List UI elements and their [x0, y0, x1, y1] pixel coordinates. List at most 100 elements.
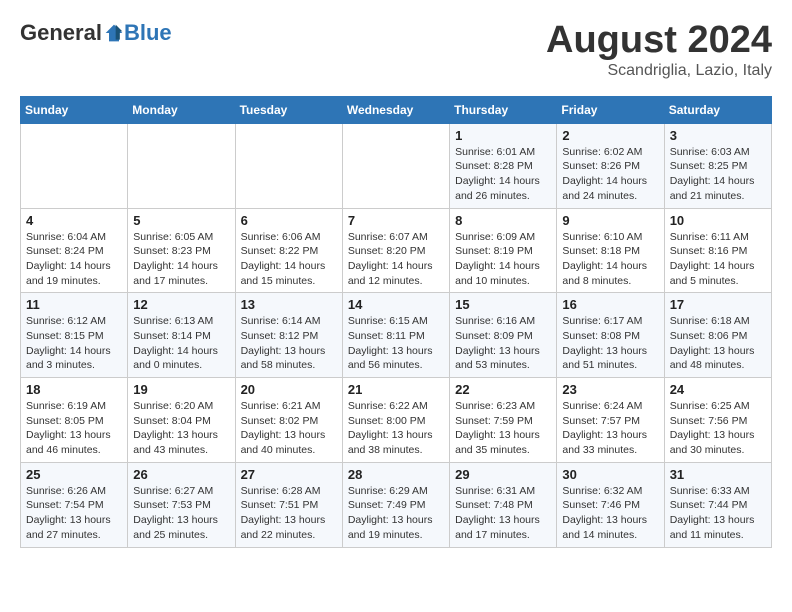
day-number: 9	[562, 213, 658, 228]
calendar-cell: 10 Sunrise: 6:11 AMSunset: 8:16 PMDayligh…	[664, 208, 771, 293]
day-number: 30	[562, 467, 658, 482]
calendar-cell: 27 Sunrise: 6:28 AMSunset: 7:51 PMDayligh…	[235, 462, 342, 547]
day-info: Sunrise: 6:33 AMSunset: 7:44 PMDaylight:…	[670, 484, 766, 543]
calendar-cell: 15Sunrise: 6:16 AMSunset: 8:09 PMDayligh…	[450, 293, 557, 378]
day-number: 31	[670, 467, 766, 482]
day-info: Sunrise: 6:17 AMSunset: 8:08 PMDaylight:…	[562, 314, 658, 373]
day-number: 16	[562, 297, 658, 312]
calendar-cell	[21, 123, 128, 208]
day-info: Sunrise: 6:28 AMSunset: 7:51 PMDaylight:…	[241, 484, 337, 543]
day-number: 4	[26, 213, 122, 228]
day-info: Sunrise: 6:07 AMSunset: 8:20 PMDaylight:…	[348, 230, 444, 289]
calendar-cell: 5 Sunrise: 6:05 AMSunset: 8:23 PMDaylight…	[128, 208, 235, 293]
calendar-cell: 13 Sunrise: 6:14 AMSunset: 8:12 PMDayligh…	[235, 293, 342, 378]
day-info: Sunrise: 6:04 AMSunset: 8:24 PMDaylight:…	[26, 230, 122, 289]
day-number: 6	[241, 213, 337, 228]
day-number: 24	[670, 382, 766, 397]
calendar-header-row: SundayMondayTuesdayWednesdayThursdayFrid…	[21, 96, 772, 123]
calendar-cell	[128, 123, 235, 208]
day-number: 17	[670, 297, 766, 312]
day-info: Sunrise: 6:18 AMSunset: 8:06 PMDaylight:…	[670, 314, 766, 373]
day-info: Sunrise: 6:24 AMSunset: 7:57 PMDaylight:…	[562, 399, 658, 458]
calendar-table: SundayMondayTuesdayWednesdayThursdayFrid…	[20, 96, 772, 548]
calendar-cell: 11Sunrise: 6:12 AMSunset: 8:15 PMDayligh…	[21, 293, 128, 378]
day-info: Sunrise: 6:09 AMSunset: 8:19 PMDaylight:…	[455, 230, 551, 289]
day-info: Sunrise: 6:05 AMSunset: 8:23 PMDaylight:…	[133, 230, 229, 289]
calendar-cell: 20Sunrise: 6:21 AMSunset: 8:02 PMDayligh…	[235, 378, 342, 463]
day-info: Sunrise: 6:15 AMSunset: 8:11 PMDaylight:…	[348, 314, 444, 373]
day-number: 12	[133, 297, 229, 312]
calendar-week-2: 4 Sunrise: 6:04 AMSunset: 8:24 PMDaylight…	[21, 208, 772, 293]
day-info: Sunrise: 6:19 AMSunset: 8:05 PMDaylight:…	[26, 399, 122, 458]
calendar-cell: 21Sunrise: 6:22 AMSunset: 8:00 PMDayligh…	[342, 378, 449, 463]
day-info: Sunrise: 6:26 AMSunset: 7:54 PMDaylight:…	[26, 484, 122, 543]
day-number: 1	[455, 128, 551, 143]
day-info: Sunrise: 6:14 AMSunset: 8:12 PMDaylight:…	[241, 314, 337, 373]
day-number: 18	[26, 382, 122, 397]
logo: General Blue	[20, 20, 172, 46]
day-number: 8	[455, 213, 551, 228]
day-number: 14	[348, 297, 444, 312]
page-subtitle: Scandriglia, Lazio, Italy	[546, 62, 772, 80]
calendar-cell: 25 Sunrise: 6:26 AMSunset: 7:54 PMDayligh…	[21, 462, 128, 547]
day-info: Sunrise: 6:01 AMSunset: 8:28 PMDaylight:…	[455, 145, 551, 204]
logo-icon	[104, 23, 124, 43]
day-number: 25	[26, 467, 122, 482]
day-info: Sunrise: 6:11 AMSunset: 8:16 PMDaylight:…	[670, 230, 766, 289]
day-info: Sunrise: 6:25 AMSunset: 7:56 PMDaylight:…	[670, 399, 766, 458]
day-number: 21	[348, 382, 444, 397]
day-info: Sunrise: 6:06 AMSunset: 8:22 PMDaylight:…	[241, 230, 337, 289]
col-header-tuesday: Tuesday	[235, 96, 342, 123]
calendar-cell: 12 Sunrise: 6:13 AMSunset: 8:14 PMDayligh…	[128, 293, 235, 378]
calendar-cell: 23Sunrise: 6:24 AMSunset: 7:57 PMDayligh…	[557, 378, 664, 463]
day-info: Sunrise: 6:27 AMSunset: 7:53 PMDaylight:…	[133, 484, 229, 543]
page-title: August 2024	[546, 20, 772, 62]
day-number: 26	[133, 467, 229, 482]
calendar-cell: 24 Sunrise: 6:25 AMSunset: 7:56 PMDayligh…	[664, 378, 771, 463]
calendar-cell: 6 Sunrise: 6:06 AMSunset: 8:22 PMDaylight…	[235, 208, 342, 293]
day-info: Sunrise: 6:31 AMSunset: 7:48 PMDaylight:…	[455, 484, 551, 543]
day-number: 29	[455, 467, 551, 482]
calendar-cell: 31 Sunrise: 6:33 AMSunset: 7:44 PMDayligh…	[664, 462, 771, 547]
day-number: 13	[241, 297, 337, 312]
day-info: Sunrise: 6:32 AMSunset: 7:46 PMDaylight:…	[562, 484, 658, 543]
col-header-saturday: Saturday	[664, 96, 771, 123]
calendar-cell: 17 Sunrise: 6:18 AMSunset: 8:06 PMDayligh…	[664, 293, 771, 378]
day-info: Sunrise: 6:29 AMSunset: 7:49 PMDaylight:…	[348, 484, 444, 543]
col-header-monday: Monday	[128, 96, 235, 123]
day-number: 5	[133, 213, 229, 228]
day-info: Sunrise: 6:12 AMSunset: 8:15 PMDaylight:…	[26, 314, 122, 373]
calendar-cell: 8 Sunrise: 6:09 AMSunset: 8:19 PMDaylight…	[450, 208, 557, 293]
day-info: Sunrise: 6:10 AMSunset: 8:18 PMDaylight:…	[562, 230, 658, 289]
day-number: 27	[241, 467, 337, 482]
calendar-cell: 18 Sunrise: 6:19 AMSunset: 8:05 PMDayligh…	[21, 378, 128, 463]
day-number: 28	[348, 467, 444, 482]
calendar-cell: 14 Sunrise: 6:15 AMSunset: 8:11 PMDayligh…	[342, 293, 449, 378]
day-number: 3	[670, 128, 766, 143]
calendar-cell: 19Sunrise: 6:20 AMSunset: 8:04 PMDayligh…	[128, 378, 235, 463]
day-info: Sunrise: 6:02 AMSunset: 8:26 PMDaylight:…	[562, 145, 658, 204]
day-number: 7	[348, 213, 444, 228]
calendar-cell: 9 Sunrise: 6:10 AMSunset: 8:18 PMDaylight…	[557, 208, 664, 293]
logo-general-text: General	[20, 20, 102, 46]
calendar-week-3: 11Sunrise: 6:12 AMSunset: 8:15 PMDayligh…	[21, 293, 772, 378]
day-info: Sunrise: 6:20 AMSunset: 8:04 PMDaylight:…	[133, 399, 229, 458]
col-header-wednesday: Wednesday	[342, 96, 449, 123]
day-number: 10	[670, 213, 766, 228]
day-info: Sunrise: 6:23 AMSunset: 7:59 PMDaylight:…	[455, 399, 551, 458]
calendar-week-5: 25 Sunrise: 6:26 AMSunset: 7:54 PMDayligh…	[21, 462, 772, 547]
calendar-cell	[235, 123, 342, 208]
calendar-cell: 4 Sunrise: 6:04 AMSunset: 8:24 PMDaylight…	[21, 208, 128, 293]
calendar-week-1: 1 Sunrise: 6:01 AMSunset: 8:28 PMDaylight…	[21, 123, 772, 208]
day-number: 22	[455, 382, 551, 397]
calendar-cell: 7 Sunrise: 6:07 AMSunset: 8:20 PMDaylight…	[342, 208, 449, 293]
col-header-thursday: Thursday	[450, 96, 557, 123]
day-info: Sunrise: 6:13 AMSunset: 8:14 PMDaylight:…	[133, 314, 229, 373]
calendar-cell	[342, 123, 449, 208]
calendar-week-4: 18 Sunrise: 6:19 AMSunset: 8:05 PMDayligh…	[21, 378, 772, 463]
title-area: August 2024 Scandriglia, Lazio, Italy	[546, 20, 772, 80]
col-header-friday: Friday	[557, 96, 664, 123]
day-info: Sunrise: 6:03 AMSunset: 8:25 PMDaylight:…	[670, 145, 766, 204]
day-number: 20	[241, 382, 337, 397]
page-header: General Blue August 2024 Scandriglia, La…	[20, 20, 772, 80]
